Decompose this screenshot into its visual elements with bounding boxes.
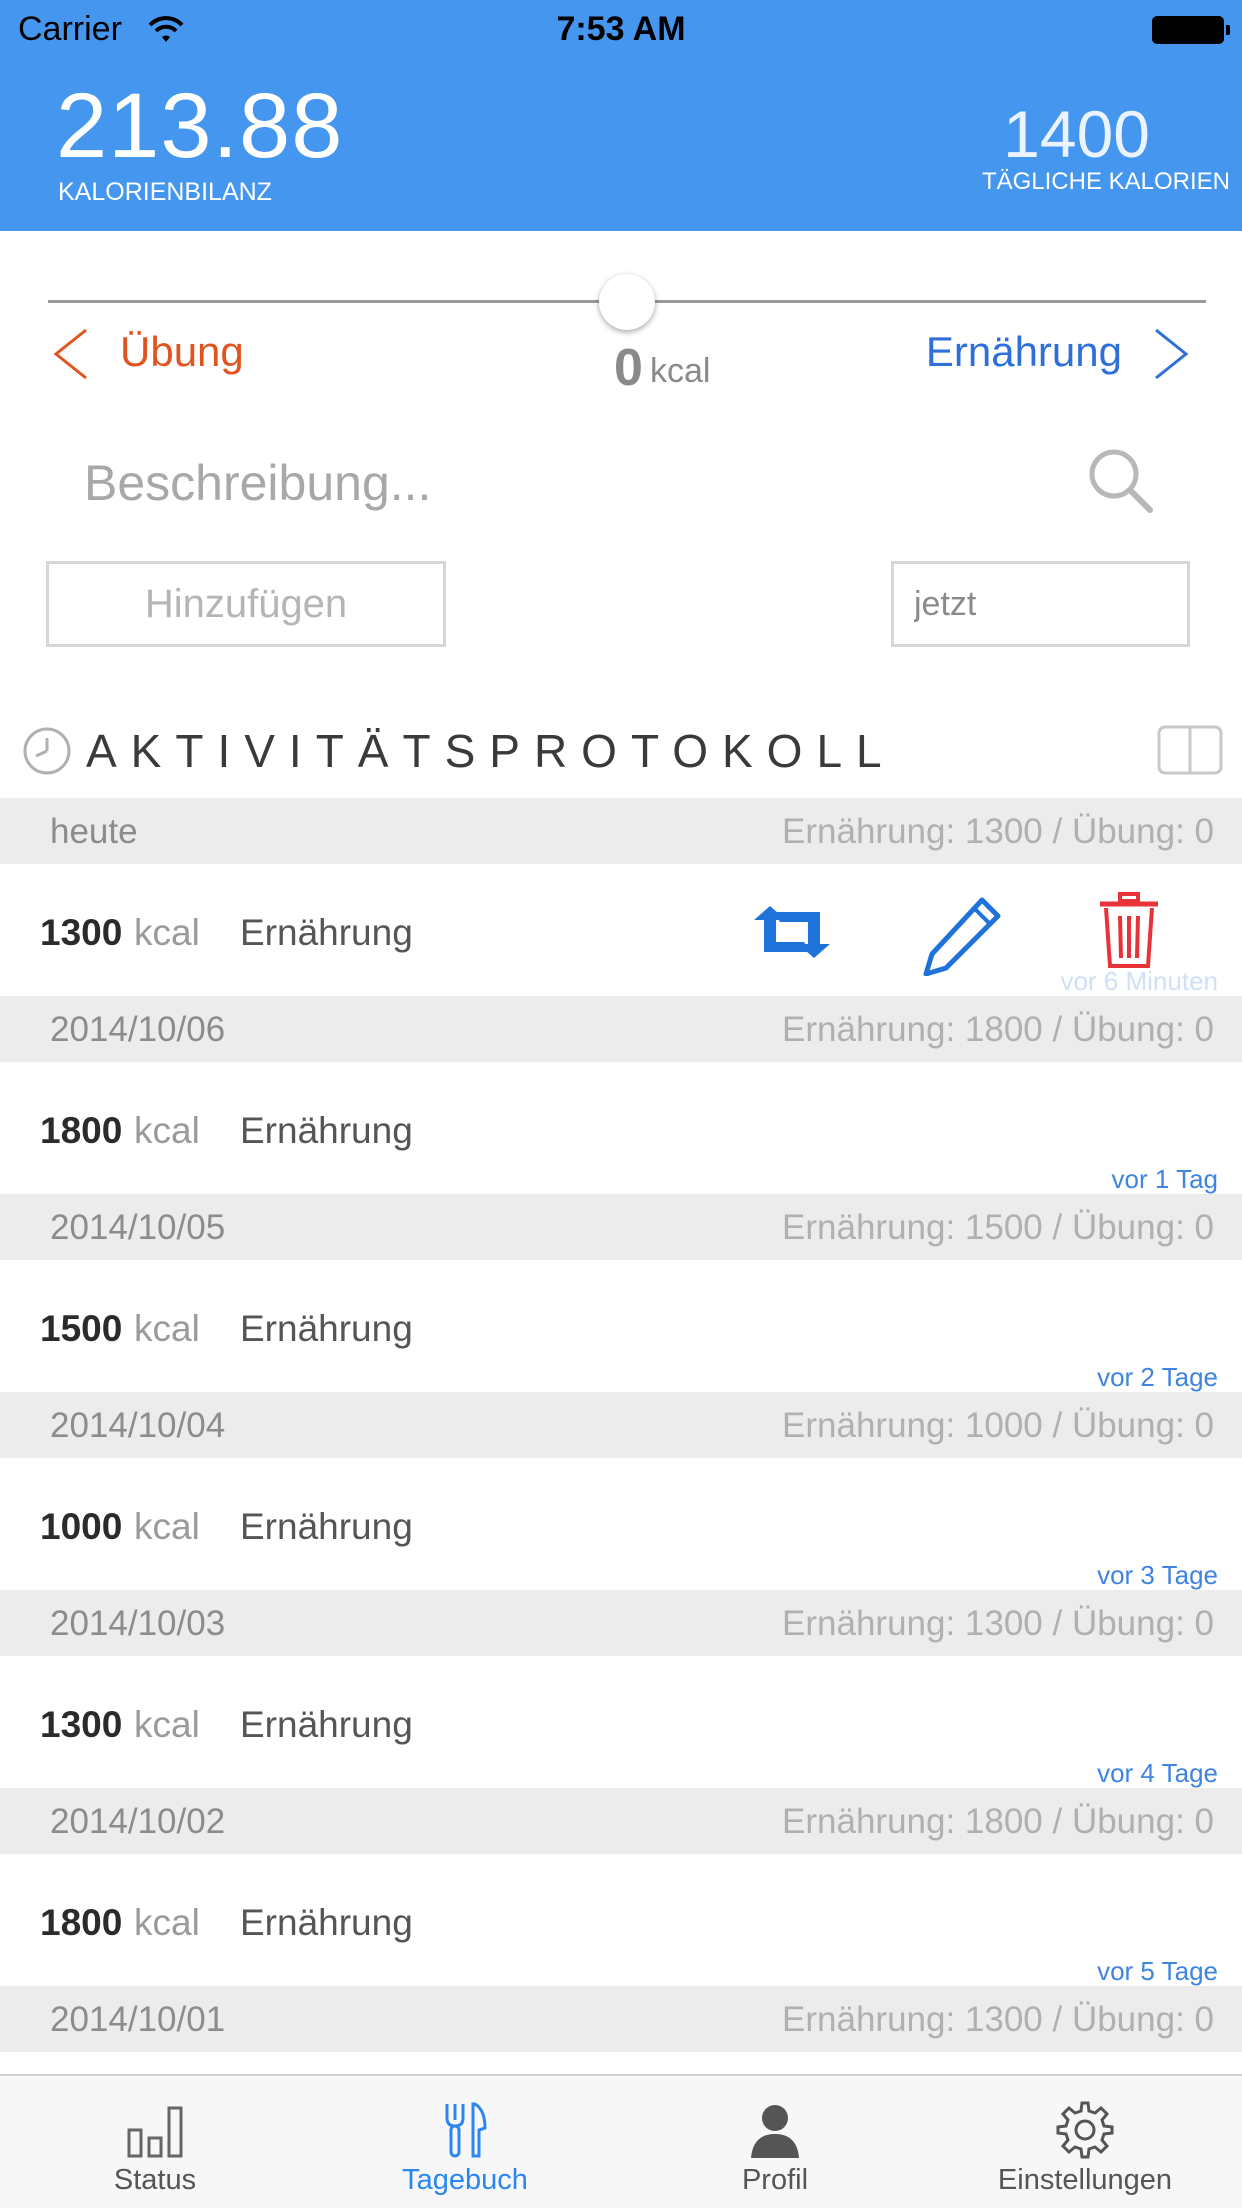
balance-label: KALORIENBILANZ (58, 178, 272, 206)
book-icon[interactable] (1156, 724, 1224, 776)
add-button[interactable]: Hinzufügen (46, 561, 446, 647)
entry-type: Ernährung (240, 912, 413, 953)
slider-unit: kcal (650, 352, 711, 390)
day-summary: Ernährung: 1500 / Übung: 0 (782, 1208, 1214, 1247)
header: Carrier 7:53 AM 213.88 KALORIENBILANZ 14… (0, 0, 1242, 231)
fork-knife-icon (445, 2102, 487, 2158)
entry-value: 1800 (40, 1902, 123, 1943)
tab-tagebuch[interactable]: Tagebuch (310, 2076, 620, 2208)
entry-value: 1300 (40, 912, 123, 953)
entry-type: Ernährung (240, 1308, 413, 1349)
day-header: 2014/10/02 Ernährung: 1800 / Übung: 0 (0, 1788, 1242, 1854)
tab-einstellungen[interactable]: Einstellungen (930, 2076, 1240, 2208)
day-summary: Ernährung: 1800 / Übung: 0 (782, 1010, 1214, 1049)
trash-icon[interactable] (1096, 892, 1162, 970)
log-entry[interactable]: 1000 kcal Ernährung vor 3 Tage (0, 1458, 1242, 1590)
day-header: 2014/10/03 Ernährung: 1300 / Übung: 0 (0, 1590, 1242, 1656)
tab-profil[interactable]: Profil (620, 2076, 930, 2208)
calorie-slider-thumb[interactable] (599, 274, 655, 330)
entry-unit: kcal (134, 1902, 200, 1943)
tab-label: Tagebuch (402, 2164, 528, 2196)
time-field[interactable] (891, 561, 1190, 647)
status-bar: Carrier 7:53 AM (0, 0, 1242, 60)
day-summary: Ernährung: 1300 / Übung: 0 (782, 1604, 1214, 1643)
day-header: 2014/10/05 Ernährung: 1500 / Übung: 0 (0, 1194, 1242, 1260)
day-summary: Ernährung: 1000 / Übung: 0 (782, 1406, 1214, 1445)
pencil-icon[interactable] (920, 894, 1004, 976)
daily-calories-value[interactable]: 1400 (1003, 96, 1150, 172)
nutrition-label[interactable]: Ernährung (926, 328, 1122, 376)
entry-value: 1800 (40, 1110, 123, 1151)
entry-unit: kcal (134, 1308, 200, 1349)
chevron-right-icon[interactable] (1148, 326, 1194, 382)
log-entry[interactable]: 1500 kcal Ernährung vor 2 Tage (0, 1260, 1242, 1392)
entry-unit: kcal (134, 1704, 200, 1745)
day-header: heute Ernährung: 1300 / Übung: 0 (0, 798, 1242, 864)
tab-status[interactable]: Status (0, 2076, 310, 2208)
bar-chart-icon (127, 2106, 183, 2158)
activity-log-list: heute Ernährung: 1300 / Übung: 0 1300 kc… (0, 798, 1242, 2052)
day-header: 2014/10/01 Ernährung: 1300 / Übung: 0 (0, 1986, 1242, 2052)
day-date: 2014/10/01 (50, 2000, 226, 2039)
log-entry[interactable]: 1300 kcal Ernährung vor 4 Tage (0, 1656, 1242, 1788)
log-entry[interactable]: 1800 kcal Ernährung vor 5 Tage (0, 1854, 1242, 1986)
search-icon[interactable] (1086, 446, 1156, 516)
activity-log-title: AKTIVITÄTSPROTOKOLL (86, 725, 896, 777)
battery-icon (1152, 16, 1230, 44)
tab-label: Status (113, 2164, 197, 2196)
day-date: 2014/10/03 (50, 1604, 226, 1643)
entry-time-ago: vor 4 Tage (1097, 1758, 1218, 1788)
log-entry[interactable]: 1300 kcal Ernährung vor 6 Minuten (0, 864, 1242, 996)
person-icon (751, 2105, 799, 2158)
day-date: heute (50, 812, 138, 851)
tab-label: Einstellungen (997, 2164, 1173, 2196)
entry-time-ago: vor 3 Tage (1097, 1560, 1218, 1590)
day-date: 2014/10/02 (50, 1802, 226, 1841)
tab-label: Profil (741, 2164, 809, 2196)
entry-type: Ernährung (240, 1704, 413, 1745)
entry-value: 1300 (40, 1704, 123, 1745)
entry-time-ago: vor 6 Minuten (1060, 966, 1218, 996)
day-date: 2014/10/06 (50, 1010, 226, 1049)
balance-value: 213.88 (56, 75, 344, 177)
day-header: 2014/10/06 Ernährung: 1800 / Übung: 0 (0, 996, 1242, 1062)
gear-icon (1056, 2101, 1114, 2159)
entry-value: 1500 (40, 1308, 123, 1349)
slider-value: 0 (614, 339, 643, 397)
daily-calories-label: TÄGLICHE KALORIEN (981, 168, 1230, 195)
tab-bar: Status Tagebuch Profil Einstellungen (0, 2074, 1242, 2208)
entry-type: Ernährung (240, 1902, 413, 1943)
day-summary: Ernährung: 1800 / Übung: 0 (782, 1802, 1214, 1841)
entry-time-ago: vor 2 Tage (1097, 1362, 1218, 1392)
day-summary: Ernährung: 1300 / Übung: 0 (782, 2000, 1214, 2039)
clock-icon (23, 727, 71, 775)
entry-unit: kcal (134, 1110, 200, 1151)
day-header: 2014/10/04 Ernährung: 1000 / Übung: 0 (0, 1392, 1242, 1458)
entry-type: Ernährung (240, 1110, 413, 1151)
log-entry[interactable]: 1800 kcal Ernährung vor 1 Tag (0, 1062, 1242, 1194)
entry-value: 1000 (40, 1506, 123, 1547)
entry-time-ago: vor 1 Tag (1111, 1164, 1218, 1194)
entry-type: Ernährung (240, 1506, 413, 1547)
exercise-label[interactable]: Übung (120, 328, 244, 376)
description-input[interactable] (84, 448, 984, 518)
chevron-left-icon[interactable] (48, 326, 94, 382)
day-date: 2014/10/05 (50, 1208, 226, 1247)
repeat-icon[interactable] (750, 902, 834, 962)
clock-time: 7:53 AM (556, 10, 686, 48)
entry-unit: kcal (134, 912, 200, 953)
day-date: 2014/10/04 (50, 1406, 226, 1445)
day-summary: Ernährung: 1300 / Übung: 0 (782, 812, 1214, 851)
entry-time-ago: vor 5 Tage (1097, 1956, 1218, 1986)
entry-unit: kcal (134, 1506, 200, 1547)
